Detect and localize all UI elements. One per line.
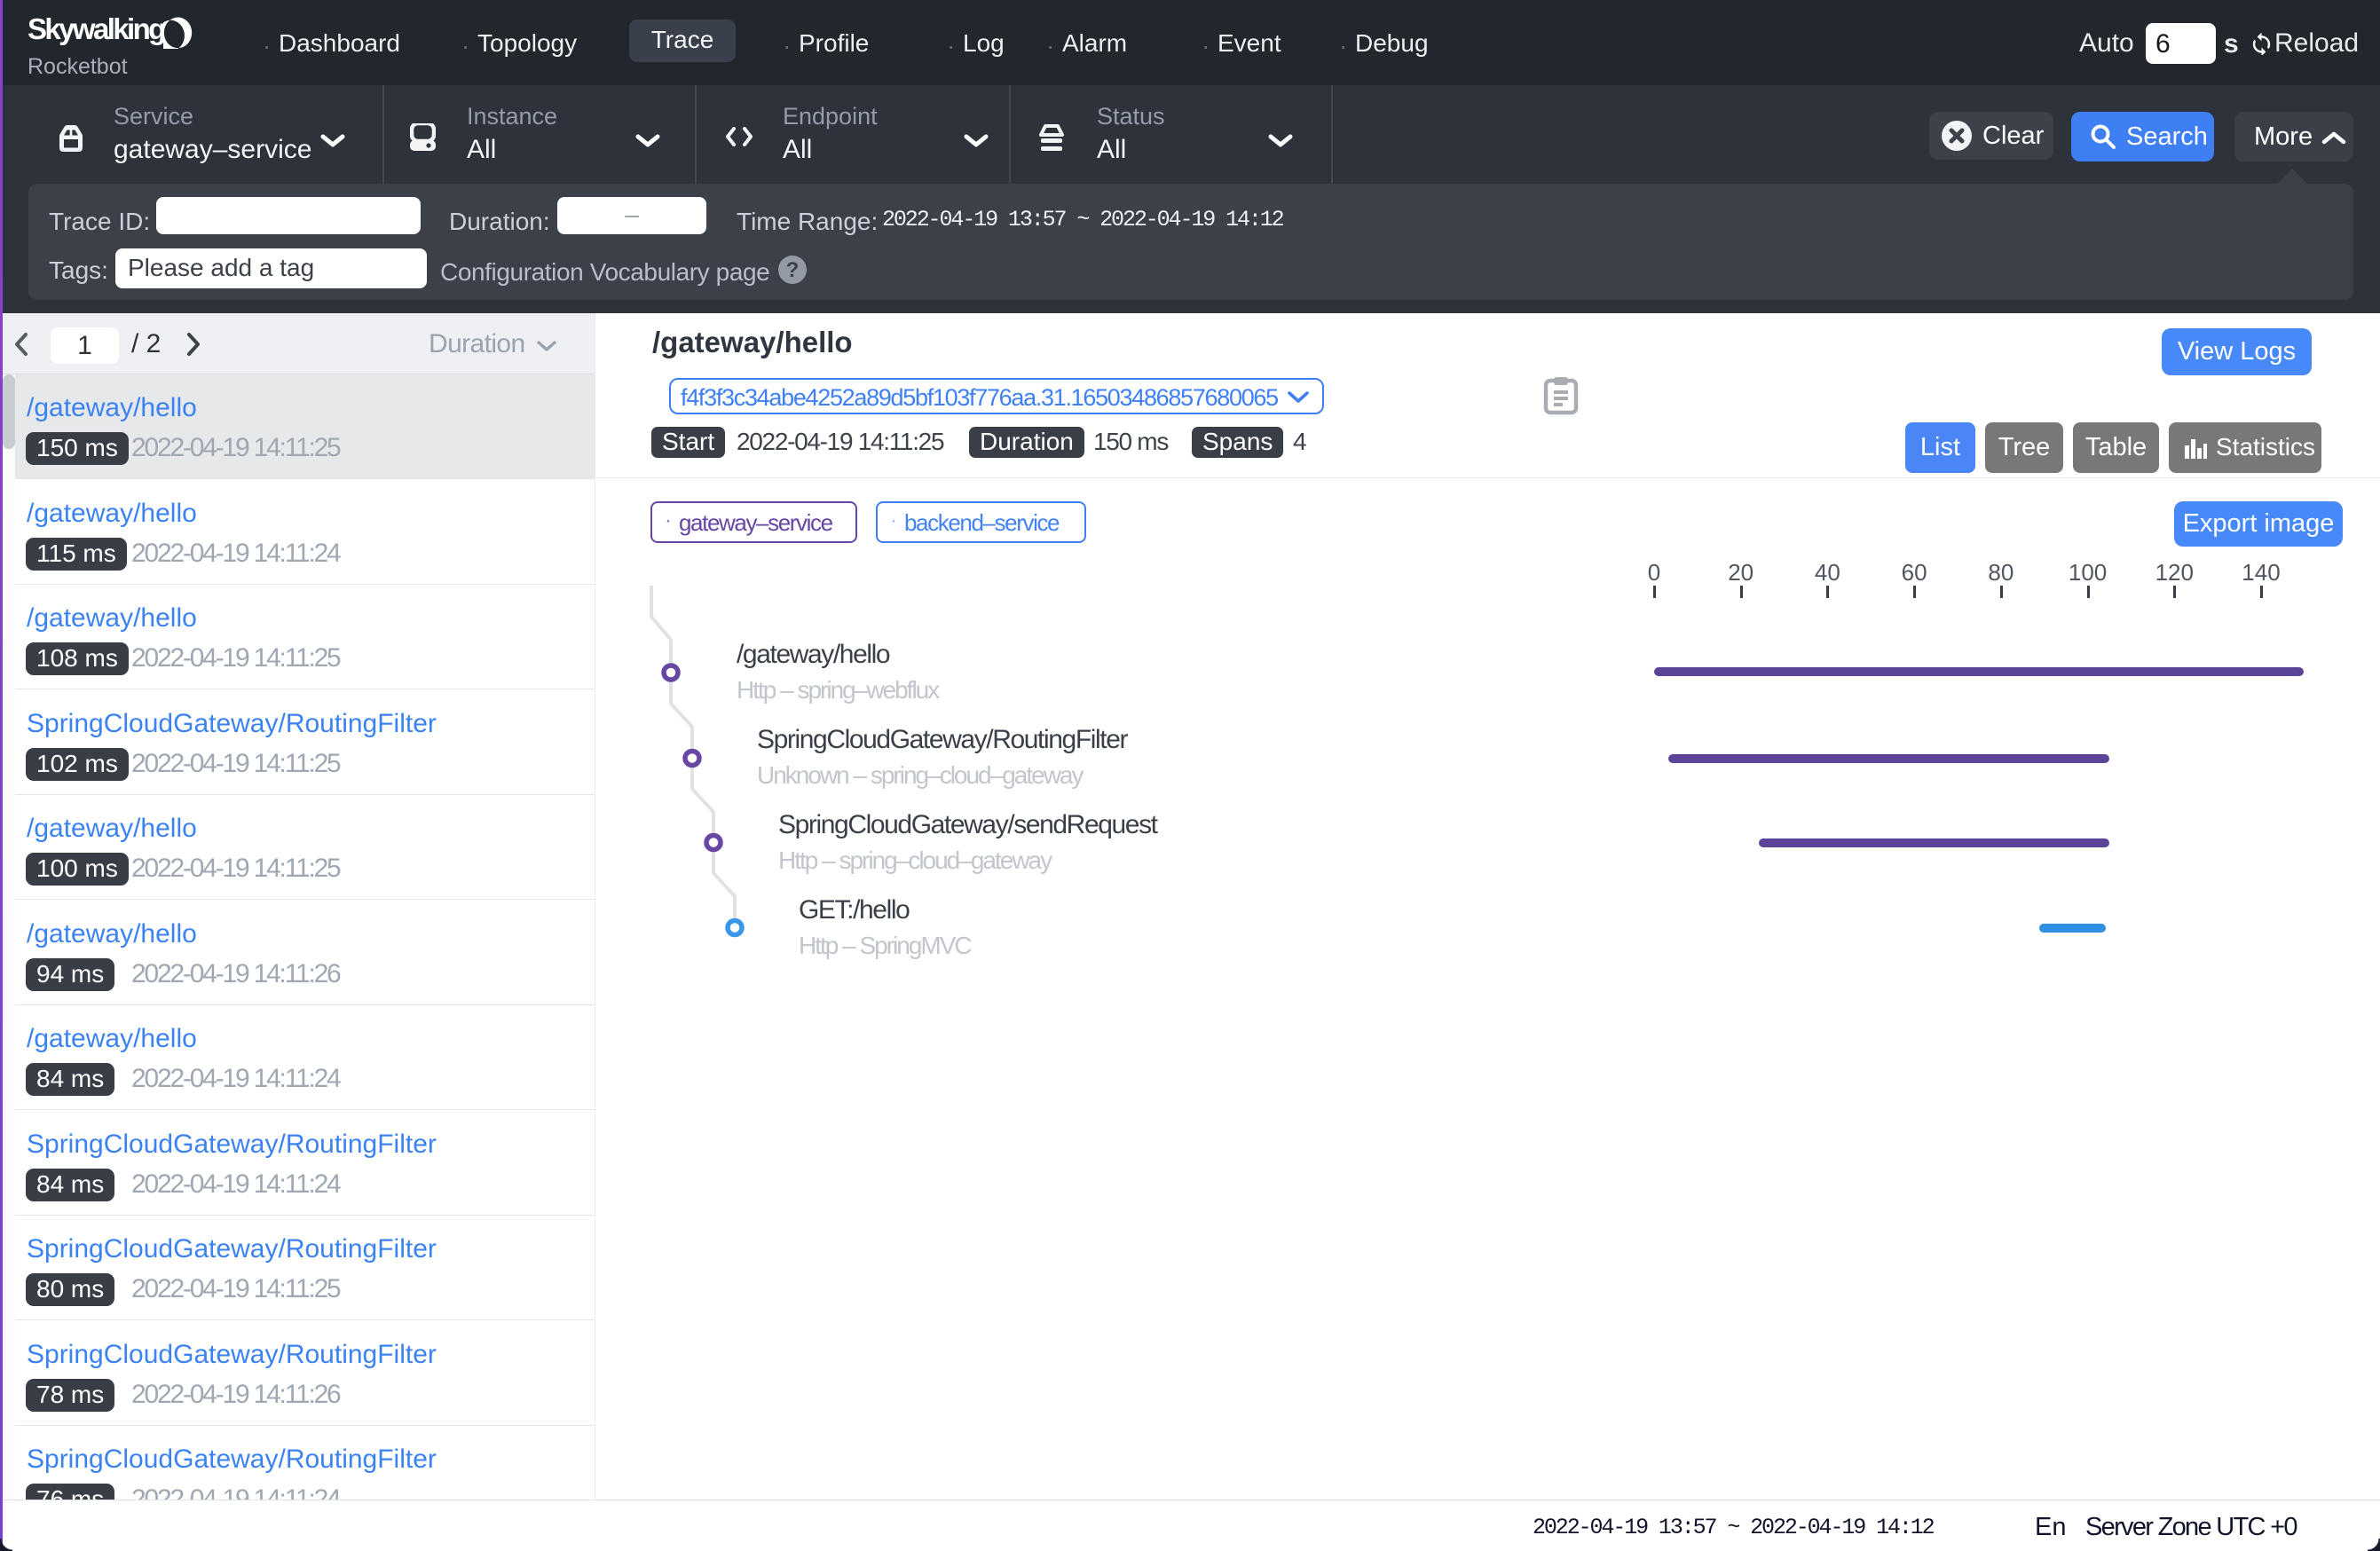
svg-text:?: ?: [786, 258, 800, 282]
